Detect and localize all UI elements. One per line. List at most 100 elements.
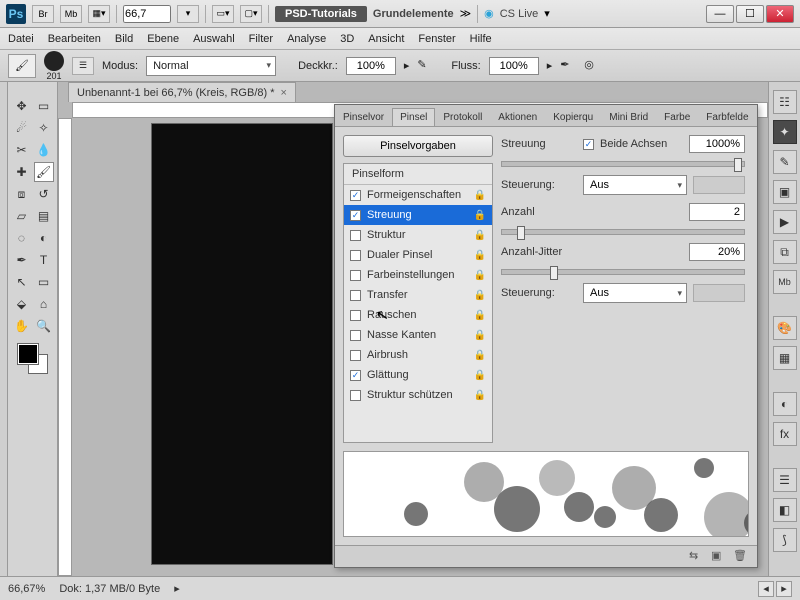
- panel-icon-5[interactable]: ▶: [773, 210, 797, 234]
- eraser-tool[interactable]: ▱: [12, 206, 32, 226]
- panel-icon-4[interactable]: ▣: [773, 180, 797, 204]
- panel-icon-paths[interactable]: ⟆: [773, 528, 797, 552]
- document-tab[interactable]: Unbenannt-1 bei 66,7% (Kreis, RGB/8) * ×: [68, 82, 296, 102]
- cslive-button[interactable]: CS Live: [500, 8, 539, 20]
- brush-tool[interactable]: 🖌: [34, 162, 54, 182]
- wand-tool[interactable]: ✧: [34, 118, 54, 138]
- flow-input[interactable]: [489, 57, 539, 75]
- shape-tool[interactable]: ▭: [34, 272, 54, 292]
- tab-minibridge[interactable]: Mini Brid: [601, 108, 656, 127]
- brush-panel-toggle[interactable]: ☰: [72, 57, 94, 75]
- tablet-opacity-icon[interactable]: ✎: [417, 58, 433, 74]
- menu-bild[interactable]: Bild: [115, 33, 133, 45]
- color-swatches[interactable]: [18, 344, 48, 374]
- lasso-tool[interactable]: ☄: [12, 118, 32, 138]
- panel-icon-color[interactable]: 🎨: [773, 316, 797, 340]
- menu-datei[interactable]: Datei: [8, 33, 34, 45]
- lock-icon[interactable]: 🔒: [474, 250, 486, 261]
- menu-hilfe[interactable]: Hilfe: [470, 33, 492, 45]
- cslive-dropdown-icon[interactable]: ▾: [544, 7, 550, 20]
- new-brush-icon[interactable]: ▣: [711, 549, 727, 565]
- ruler-vertical[interactable]: [58, 118, 72, 576]
- brush-option-nasse-kanten[interactable]: Nasse Kanten🔒: [344, 325, 492, 345]
- move-tool[interactable]: ✥: [12, 96, 32, 116]
- brush-option-streuung[interactable]: ✓Streuung🔒: [344, 205, 492, 225]
- checkbox[interactable]: [350, 250, 361, 261]
- count-input[interactable]: [689, 203, 745, 221]
- workspace-label[interactable]: Grundelemente: [373, 8, 454, 20]
- panel-icon-styles[interactable]: fx: [773, 422, 797, 446]
- panel-icon-3[interactable]: ✎: [773, 150, 797, 174]
- brush-presets-button[interactable]: Pinselvorgaben: [343, 135, 493, 157]
- menu-3d[interactable]: 3D: [340, 33, 354, 45]
- panel-icon-layers[interactable]: ☰: [773, 468, 797, 492]
- dodge-tool[interactable]: ◐: [34, 228, 54, 248]
- status-doc-info[interactable]: Dok: 1,37 MB/0 Byte: [59, 583, 160, 595]
- zoom-dropdown[interactable]: ▾: [177, 5, 199, 23]
- count-slider[interactable]: [501, 229, 745, 235]
- brush-preview-icon[interactable]: [44, 51, 64, 71]
- checkbox[interactable]: ✓: [350, 190, 361, 201]
- tab-aktionen[interactable]: Aktionen: [490, 108, 545, 127]
- scroll-left-icon[interactable]: ◂: [758, 581, 774, 597]
- tab-farbe[interactable]: Farbe: [656, 108, 698, 127]
- view-extras-button[interactable]: ▦▾: [88, 5, 110, 23]
- close-tab-icon[interactable]: ×: [281, 87, 287, 99]
- menu-analyse[interactable]: Analyse: [287, 33, 326, 45]
- status-flyout-icon[interactable]: ▸: [174, 582, 180, 595]
- crop-tool[interactable]: ✂: [12, 140, 32, 160]
- menu-bearbeiten[interactable]: Bearbeiten: [48, 33, 101, 45]
- brush-option-dualer-pinsel[interactable]: Dualer Pinsel🔒: [344, 245, 492, 265]
- workspace-more-icon[interactable]: ≫: [460, 7, 472, 20]
- lock-icon[interactable]: 🔒: [474, 370, 486, 381]
- control2-dropdown[interactable]: Aus: [583, 283, 687, 303]
- lock-icon[interactable]: 🔒: [474, 230, 486, 241]
- panel-icon-7[interactable]: Mb: [773, 270, 797, 294]
- lock-icon[interactable]: 🔒: [474, 390, 486, 401]
- tool-preset-picker[interactable]: 🖌: [8, 54, 36, 78]
- healing-tool[interactable]: ✚: [12, 162, 32, 182]
- bridge-button[interactable]: Br: [32, 5, 54, 23]
- brush-option-airbrush[interactable]: Airbrush🔒: [344, 345, 492, 365]
- hand-tool[interactable]: ✋: [12, 316, 32, 336]
- menu-fenster[interactable]: Fenster: [418, 33, 455, 45]
- left-dock-edge[interactable]: [0, 82, 8, 576]
- scatter-value-input[interactable]: [689, 135, 745, 153]
- panel-icon-swatches[interactable]: ▦: [773, 346, 797, 370]
- checkbox[interactable]: [350, 290, 361, 301]
- tab-pinselvorgaben[interactable]: Pinselvor: [335, 108, 392, 127]
- history-brush-tool[interactable]: ↺: [34, 184, 54, 204]
- type-tool[interactable]: T: [34, 250, 54, 270]
- checkbox[interactable]: [350, 350, 361, 361]
- menu-ansicht[interactable]: Ansicht: [368, 33, 404, 45]
- eyedropper-tool[interactable]: 💧: [34, 140, 54, 160]
- menu-filter[interactable]: Filter: [249, 33, 273, 45]
- brush-option-glättung[interactable]: ✓Glättung🔒: [344, 365, 492, 385]
- brush-option-struktur-schützen[interactable]: Struktur schützen🔒: [344, 385, 492, 405]
- scatter-slider[interactable]: [501, 161, 745, 167]
- screen-mode-button[interactable]: ▢▾: [240, 5, 262, 23]
- toggle-preview-icon[interactable]: ⇆: [689, 549, 705, 565]
- panel-icon-brush[interactable]: ✦: [773, 120, 797, 144]
- blur-tool[interactable]: ◌: [12, 228, 32, 248]
- path-tool[interactable]: ↖: [12, 272, 32, 292]
- lock-icon[interactable]: 🔒: [474, 310, 486, 321]
- tab-pinsel[interactable]: Pinsel: [392, 108, 435, 127]
- marquee-tool[interactable]: ▭: [34, 96, 54, 116]
- flow-flyout-icon[interactable]: ▸: [547, 59, 553, 72]
- status-zoom[interactable]: 66,67%: [8, 583, 45, 595]
- lock-icon[interactable]: 🔒: [474, 190, 486, 201]
- brush-list-header[interactable]: Pinselform: [344, 164, 492, 185]
- tab-farbfelder[interactable]: Farbfelde: [698, 108, 756, 127]
- 3dcam-tool[interactable]: ⌂: [34, 294, 54, 314]
- arrange-docs-button[interactable]: ▭▾: [212, 5, 234, 23]
- lock-icon[interactable]: 🔒: [474, 290, 486, 301]
- tab-protokoll[interactable]: Protokoll: [435, 108, 490, 127]
- panel-icon-6[interactable]: ⧉: [773, 240, 797, 264]
- lock-icon[interactable]: 🔒: [474, 330, 486, 341]
- opacity-flyout-icon[interactable]: ▸: [404, 59, 410, 72]
- panel-icon-channels[interactable]: ◧: [773, 498, 797, 522]
- scroll-right-icon[interactable]: ▸: [776, 581, 792, 597]
- minibridge-button[interactable]: Mb: [60, 5, 82, 23]
- checkbox[interactable]: [350, 330, 361, 341]
